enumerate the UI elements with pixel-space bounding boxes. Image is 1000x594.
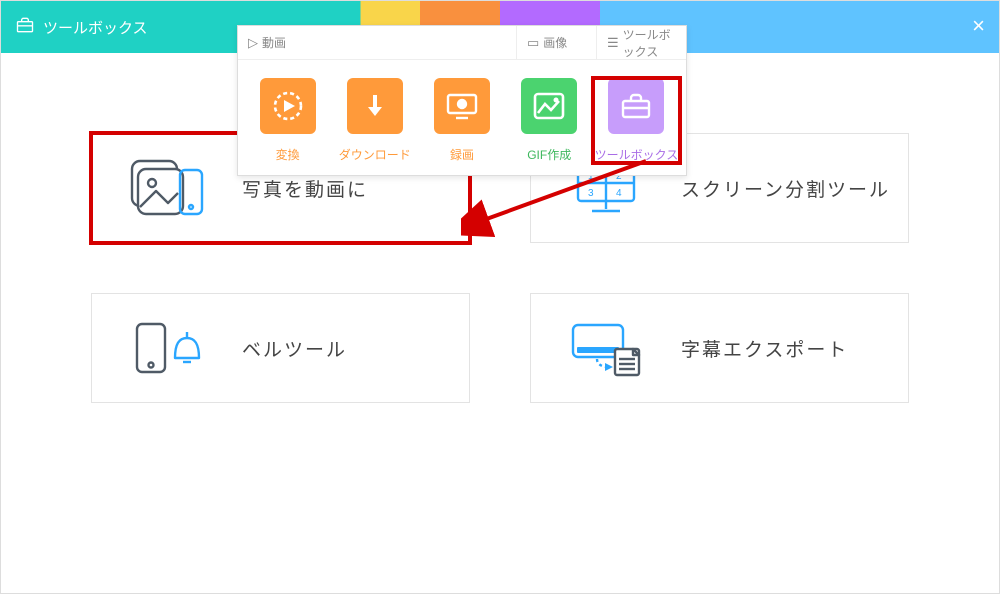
convert-icon xyxy=(260,78,316,134)
tab-toolbox[interactable]: ☰ ツールボックス xyxy=(596,26,686,59)
card-label: スクリーン分割ツール xyxy=(681,175,890,202)
play-icon: ▷ xyxy=(248,35,258,51)
item-download[interactable]: ダウンロード xyxy=(331,78,418,163)
tab-image[interactable]: ▭ 画像 xyxy=(516,26,596,59)
tab-label: ツールボックス xyxy=(623,26,676,60)
image-icon: ▭ xyxy=(527,35,539,51)
dropdown-tabs: ▷ 動画 ▭ 画像 ☰ ツールボックス xyxy=(238,26,686,60)
card-bell-tool[interactable]: ベルツール xyxy=(91,293,470,403)
card-label: 字幕エクスポート xyxy=(681,335,848,362)
item-convert[interactable]: 変換 xyxy=(244,78,331,163)
tab-label: 動画 xyxy=(262,34,286,51)
tab-video[interactable]: ▷ 動画 xyxy=(238,26,516,59)
dropdown-items: 変換 ダウンロード 録画 GIF作成 xyxy=(238,60,686,175)
item-label: GIF作成 xyxy=(506,146,593,163)
item-label: 変換 xyxy=(244,146,331,163)
item-label: 録画 xyxy=(418,146,505,163)
close-button[interactable]: × xyxy=(972,13,985,39)
item-toolbox[interactable]: ツールボックス xyxy=(593,78,680,163)
tab-label: 画像 xyxy=(543,34,567,51)
card-label: ベルツール xyxy=(242,335,347,362)
toolbox-icon: ☰ xyxy=(607,35,619,51)
bell-tool-icon xyxy=(122,318,212,378)
record-icon xyxy=(434,78,490,134)
card-subtitle-export[interactable]: 字幕エクスポート xyxy=(530,293,909,403)
gif-icon xyxy=(521,78,577,134)
card-label: 写真を動画に xyxy=(242,175,368,202)
subtitle-export-icon xyxy=(561,319,651,377)
item-label: ツールボックス xyxy=(593,146,680,163)
photo-to-video-icon xyxy=(122,157,212,219)
download-icon xyxy=(347,78,403,134)
svg-text:4: 4 xyxy=(616,188,622,199)
item-record[interactable]: 録画 xyxy=(418,78,505,163)
toolbox-item-icon xyxy=(608,78,664,134)
item-label: ダウンロード xyxy=(331,146,418,163)
toolbox-icon xyxy=(15,15,35,40)
category-dropdown: ▷ 動画 ▭ 画像 ☰ ツールボックス 変換 xyxy=(237,25,687,176)
item-gif[interactable]: GIF作成 xyxy=(506,78,593,163)
svg-text:3: 3 xyxy=(588,188,594,199)
app-window: ツールボックス × 写真を動画に xyxy=(0,0,1000,594)
window-title: ツールボックス xyxy=(43,17,148,38)
